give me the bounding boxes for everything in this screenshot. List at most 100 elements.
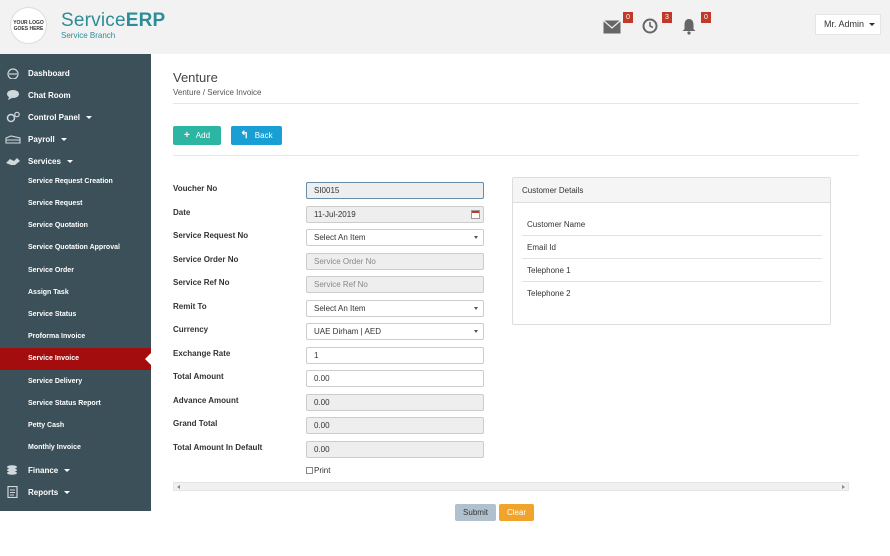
exchange-rate-label: Exchange Rate xyxy=(173,349,231,358)
brand-name-bold: ERP xyxy=(125,10,166,31)
task-notification[interactable]: 3 xyxy=(642,12,672,39)
remit-to-select[interactable]: Select An Item xyxy=(306,300,484,317)
service-request-no-select[interactable]: Select An Item xyxy=(306,229,484,246)
sidebar-item-text: Control Panel xyxy=(28,112,81,122)
sidebar-item-payroll[interactable]: Payroll xyxy=(0,128,151,150)
sidebar-item-label: Services xyxy=(28,157,73,166)
dropdown-arrow-icon xyxy=(474,307,478,310)
user-name: Mr. Admin xyxy=(824,19,865,29)
sidebar-item-text: Reports xyxy=(28,487,59,497)
clock-badge: 3 xyxy=(662,12,672,23)
sidebar-item-reports[interactable]: Reports xyxy=(0,481,151,503)
sidebar-item-services[interactable]: Services xyxy=(0,150,151,172)
user-menu[interactable]: Mr. Admin xyxy=(815,14,881,35)
sidebar-subitem-service-status-report[interactable]: Service Status Report xyxy=(0,393,151,415)
service-ref-no-label: Service Ref No xyxy=(173,278,230,287)
total-amount-default-value: 0.00 xyxy=(314,445,330,454)
sidebar-item-finance[interactable]: Finance xyxy=(0,459,151,481)
sidebar-subitem-service-request[interactable]: Service Request xyxy=(0,193,151,215)
customer-details-panel: Customer Details Customer Name Email Id … xyxy=(512,177,831,325)
sidebar-subitem-service-request-creation[interactable]: Service Request Creation xyxy=(0,171,151,193)
company-logo: YOUR LOGO GOES HERE xyxy=(10,7,47,44)
sidebar-item-label: Control Panel xyxy=(28,112,93,122)
service-ref-no-field[interactable]: Service Ref No xyxy=(306,276,484,293)
dashboard-icon xyxy=(7,68,19,79)
horizontal-scrollbar[interactable] xyxy=(173,482,849,491)
advance-amount-field[interactable]: 0.00 xyxy=(306,394,484,411)
sidebar-item-label: Chat Room xyxy=(28,90,71,100)
dropdown-arrow-icon xyxy=(474,330,478,333)
sidebar-subitem-service-status[interactable]: Service Status xyxy=(0,304,151,326)
sidebar-item-label: Reports xyxy=(28,487,71,497)
sidebar-subitem-assign-task[interactable]: Assign Task xyxy=(0,282,151,304)
back-button[interactable]: ↰ Back xyxy=(231,126,282,145)
telephone-1-row: Telephone 1 xyxy=(522,259,822,282)
print-checkbox[interactable] xyxy=(306,467,313,474)
sidebar-item-label: Payroll xyxy=(28,135,67,144)
divider xyxy=(173,103,859,104)
chevron-down-icon xyxy=(64,468,71,472)
print-option[interactable]: Print xyxy=(306,466,330,475)
sidebar-subitem-monthly-invoice[interactable]: Monthly Invoice xyxy=(0,437,151,459)
mail-badge: 0 xyxy=(623,12,633,23)
sidebar-subitem-petty-cash[interactable]: Petty Cash xyxy=(0,415,151,437)
grand-total-field[interactable]: 0.00 xyxy=(306,417,484,434)
total-amount-label: Total Amount xyxy=(173,372,224,381)
add-button[interactable]: + Add xyxy=(173,126,221,145)
alert-notification[interactable]: 0 xyxy=(681,12,711,39)
brand-name-light: Service xyxy=(61,10,126,31)
brand: ServiceERP Service Branch xyxy=(61,10,166,41)
sidebar-subitem-service-quotation[interactable]: Service Quotation xyxy=(0,215,151,237)
report-icon xyxy=(7,486,18,498)
app-root: YOUR LOGO GOES HERE ServiceERP Service B… xyxy=(0,0,890,556)
total-amount-default-field[interactable]: 0.00 xyxy=(306,441,484,458)
top-header: YOUR LOGO GOES HERE ServiceERP Service B… xyxy=(0,0,890,54)
dropdown-arrow-icon xyxy=(474,236,478,239)
sidebar-item-dashboard[interactable]: Dashboard xyxy=(0,62,151,84)
sidebar-item-label: Finance xyxy=(28,466,71,475)
grand-total-value: 0.00 xyxy=(314,421,330,430)
page-title: Venture xyxy=(173,70,218,85)
brand-subtitle: Service Branch xyxy=(61,31,116,40)
voucher-no-label: Voucher No xyxy=(173,184,218,193)
sidebar-subitem-proforma-invoice[interactable]: Proforma Invoice xyxy=(0,326,151,348)
voucher-no-value: SI0015 xyxy=(314,186,340,195)
advance-amount-label: Advance Amount xyxy=(173,396,239,405)
service-order-no-label: Service Order No xyxy=(173,255,239,264)
date-value: 11-Jul-2019 xyxy=(314,210,356,219)
sidebar-item-control-panel[interactable]: Control Panel xyxy=(0,106,151,128)
scroll-left-icon[interactable] xyxy=(177,485,180,489)
submit-button[interactable]: Submit xyxy=(455,504,496,521)
payroll-icon xyxy=(5,135,21,144)
sidebar-subitem-service-delivery[interactable]: Service Delivery xyxy=(0,371,151,393)
total-amount-value: 0.00 xyxy=(314,374,330,383)
bell-icon xyxy=(682,19,696,35)
chevron-down-icon xyxy=(86,115,93,119)
service-order-no-placeholder: Service Order No xyxy=(314,257,376,266)
breadcrumb: Venture / Service Invoice xyxy=(173,88,262,97)
mail-notification[interactable]: 0 xyxy=(603,12,633,39)
service-order-no-field[interactable]: Service Order No xyxy=(306,253,484,270)
chevron-down-icon xyxy=(60,137,67,141)
sidebar-subitem-service-invoice[interactable]: Service Invoice xyxy=(0,348,151,370)
total-amount-field[interactable]: 0.00 xyxy=(306,370,484,387)
clock-icon xyxy=(642,18,658,34)
voucher-no-field[interactable]: SI0015 xyxy=(306,182,484,199)
active-pointer xyxy=(145,352,152,366)
bell-badge: 0 xyxy=(701,12,711,23)
coins-icon xyxy=(7,465,17,475)
reply-arrow-icon: ↰ xyxy=(240,130,249,141)
clear-button[interactable]: Clear xyxy=(499,504,534,521)
currency-select[interactable]: UAE Dirham | AED xyxy=(306,323,484,340)
scroll-right-icon[interactable] xyxy=(842,485,845,489)
sidebar-subitem-service-quotation-approval[interactable]: Service Quotation Approval xyxy=(0,237,151,259)
exchange-rate-field[interactable]: 1 xyxy=(306,347,484,364)
total-amount-default-label: Total Amount In Default xyxy=(173,443,263,452)
sidebar: Dashboard Chat Room Control Panel Payrol… xyxy=(0,54,152,511)
email-id-row: Email Id xyxy=(522,236,822,259)
sidebar-item-chat-room[interactable]: Chat Room xyxy=(0,84,151,106)
date-field[interactable]: 11-Jul-2019 xyxy=(306,206,484,223)
sidebar-subitem-service-order[interactable]: Service Order xyxy=(0,260,151,282)
calendar-icon[interactable] xyxy=(471,210,480,219)
customer-details-title: Customer Details xyxy=(513,178,830,203)
